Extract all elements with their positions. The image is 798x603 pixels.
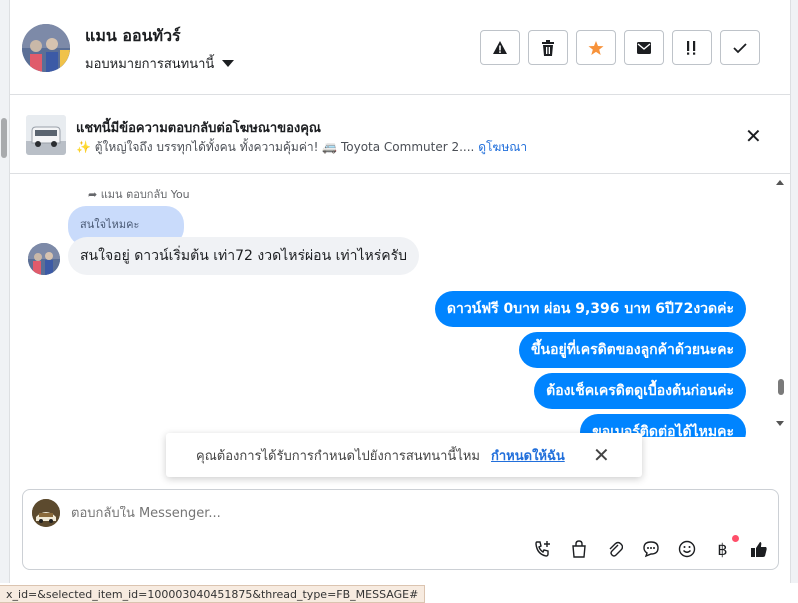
ad-banner-subtitle: ✨ ตู้ใหญ่ใจถึง บรรทุกได้ทั้งคน ทั้งความค… <box>76 138 527 157</box>
page-avatar <box>32 499 60 527</box>
phone-add-icon[interactable] <box>529 538 556 560</box>
ad-banner-title: แชทนี้มีข้อความตอบกลับต่อโฆษณาของคุณ <box>76 121 321 136</box>
attachment-icon[interactable] <box>601 538 628 560</box>
assign-conversation-dropdown[interactable]: มอบหมายการสนทนานี้ <box>85 53 235 74</box>
assign-prompt-toast: คุณต้องการได้รับการกำหนดไปยังการสนทนานี้… <box>166 433 642 477</box>
contact-avatar[interactable] <box>22 24 70 72</box>
baht-icon[interactable]: ฿ <box>709 535 739 560</box>
reply-indicator: ➦ แมน ตอบกลับ You <box>88 188 190 201</box>
shopping-bag-icon[interactable] <box>565 538 592 560</box>
assign-prompt-text: คุณต้องการได้รับการกำหนดไปยังการสนทนานี้… <box>196 448 480 464</box>
delete-button[interactable] <box>528 30 568 65</box>
ad-reply-banner: แชทนี้มีข้อความตอบกลับต่อโฆษณาของคุณ ✨ ต… <box>10 96 790 174</box>
right-scrollbar[interactable] <box>790 0 798 583</box>
outgoing-message[interactable]: ขึ้นอยู่ที่เครดิตของลูกค้าด้วยนะคะ <box>518 332 746 368</box>
left-scrollbar-thumb[interactable] <box>1 118 7 158</box>
trash-icon <box>542 39 554 56</box>
assign-label: มอบหมายการสนทนานี้ <box>85 57 215 72</box>
emoji-icon[interactable] <box>673 538 700 560</box>
check-icon <box>733 42 747 53</box>
scroll-down-arrow-icon[interactable] <box>776 421 784 426</box>
close-icon[interactable]: ✕ <box>593 443 610 467</box>
status-bar-url: x_id=&selected_item_id=100003040451875&t… <box>0 585 426 603</box>
contact-name[interactable]: แมน ออนทัวร์ <box>85 24 181 49</box>
follow-up-button[interactable] <box>672 30 712 65</box>
important-icon <box>687 40 696 55</box>
warning-icon <box>493 40 507 54</box>
reply-input[interactable] <box>71 506 571 521</box>
message-composer: ฿ <box>22 489 779 570</box>
view-ad-link[interactable]: ดูโฆษณา <box>478 140 527 154</box>
mail-icon <box>637 41 651 54</box>
star-button[interactable] <box>576 30 616 65</box>
thread-scrollbar-thumb[interactable] <box>778 379 784 395</box>
close-icon[interactable]: ✕ <box>745 124 762 148</box>
left-scrollbar[interactable] <box>0 0 10 583</box>
mark-done-button[interactable] <box>720 30 760 65</box>
header-action-buttons <box>480 30 760 65</box>
message-thread: ➦ แมน ตอบกลับ You สนใจไหมคะ สนใจอยู่ ดาว… <box>10 175 780 437</box>
report-spam-button[interactable] <box>480 30 520 65</box>
chevron-down-icon <box>222 60 235 67</box>
contact-avatar-small[interactable] <box>28 243 60 275</box>
assign-to-me-link[interactable]: กำหนดให้ฉัน <box>491 445 565 466</box>
outgoing-message[interactable]: ต้องเช็คเครดิตดูเบื้องต้นก่อนค่ะ <box>534 373 746 409</box>
ad-thumbnail[interactable] <box>26 115 66 155</box>
star-icon <box>588 40 604 55</box>
ad-description: ✨ ตู้ใหญ่ใจถึง บรรทุกได้ทั้งคน ทั้งความค… <box>76 140 475 154</box>
incoming-message[interactable]: สนใจอยู่ ดาวน์เริ่มต้น เท่า72 งวดไหร่ผ่อ… <box>68 237 420 275</box>
thread-scrollbar[interactable] <box>770 175 790 437</box>
scroll-up-arrow-icon[interactable] <box>776 180 784 185</box>
thumbs-up-icon[interactable] <box>745 538 772 560</box>
saved-reply-icon[interactable] <box>637 538 664 560</box>
conversation-header: แมน ออนทัวร์ มอบหมายการสนทนานี้ <box>10 0 790 95</box>
notification-dot <box>732 535 739 542</box>
messenger-conversation-panel: แมน ออนทัวร์ มอบหมายการสนทนานี้ แชทนี้มี… <box>0 0 798 603</box>
composer-toolbar: ฿ <box>529 535 772 560</box>
reply-arrow-icon: ➦ <box>88 188 98 201</box>
mark-unread-button[interactable] <box>624 30 664 65</box>
outgoing-message[interactable]: ดาวน์ฟรี 0บาท ผ่อน 9,396 บาท 6ปี72งวดค่ะ <box>434 291 746 327</box>
